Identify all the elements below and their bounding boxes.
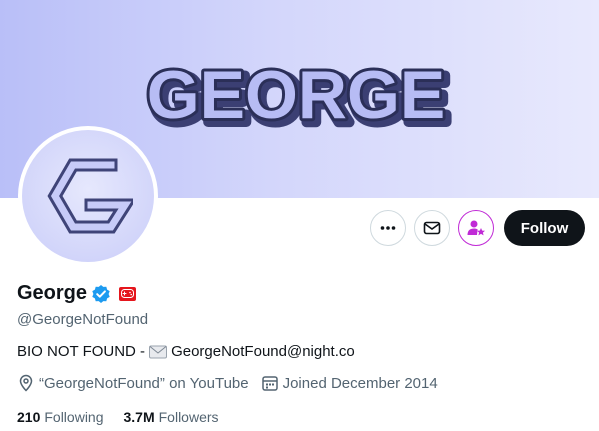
- follow-button[interactable]: Follow: [504, 210, 585, 246]
- follow-stats: 210 Following 3.7M Followers: [17, 409, 239, 425]
- followers-link[interactable]: 3.7M Followers: [124, 409, 219, 425]
- avatar[interactable]: [18, 126, 158, 266]
- subscribe-button[interactable]: [458, 210, 494, 246]
- profile-actions: Follow: [370, 210, 585, 246]
- location-text: “GeorgeNotFound” on YouTube: [39, 374, 249, 392]
- following-count: 210: [17, 409, 41, 425]
- bio: BIO NOT FOUND - GeorgeNotFound@night.co: [17, 343, 355, 360]
- joined-text: Joined December 2014: [282, 374, 438, 392]
- following-link[interactable]: 210 Following: [17, 409, 104, 425]
- user-handle: @GeorgeNotFound: [17, 311, 149, 328]
- bio-text: BIO NOT FOUND -: [17, 343, 146, 360]
- calendar-icon: [261, 376, 278, 391]
- more-options-button[interactable]: [370, 210, 406, 246]
- location-item: “GeorgeNotFound” on YouTube: [17, 374, 249, 392]
- more-dots-icon: [380, 226, 396, 230]
- bio-email: GeorgeNotFound@night.co: [171, 343, 355, 360]
- banner-title: GEORGE: [147, 57, 446, 133]
- avatar-image: [22, 130, 154, 262]
- followers-label: Followers: [158, 409, 219, 425]
- incoming-envelope-emoji-icon: [149, 345, 168, 359]
- display-name: George: [17, 282, 88, 304]
- following-label: Following: [44, 409, 104, 425]
- joined-item: Joined December 2014: [261, 374, 438, 392]
- message-button[interactable]: [414, 210, 450, 246]
- name-row: George: [17, 282, 137, 305]
- location-pin-icon: [19, 374, 33, 392]
- followers-count: 3.7M: [123, 409, 155, 425]
- gamepad-emoji-icon: [119, 286, 137, 301]
- user-star-icon: [467, 220, 485, 236]
- verified-badge-icon[interactable]: [91, 284, 111, 304]
- g-logo-icon: [47, 158, 133, 234]
- envelope-icon: [423, 221, 441, 235]
- profile-meta: “GeorgeNotFound” on YouTube Joined Decem…: [17, 374, 450, 392]
